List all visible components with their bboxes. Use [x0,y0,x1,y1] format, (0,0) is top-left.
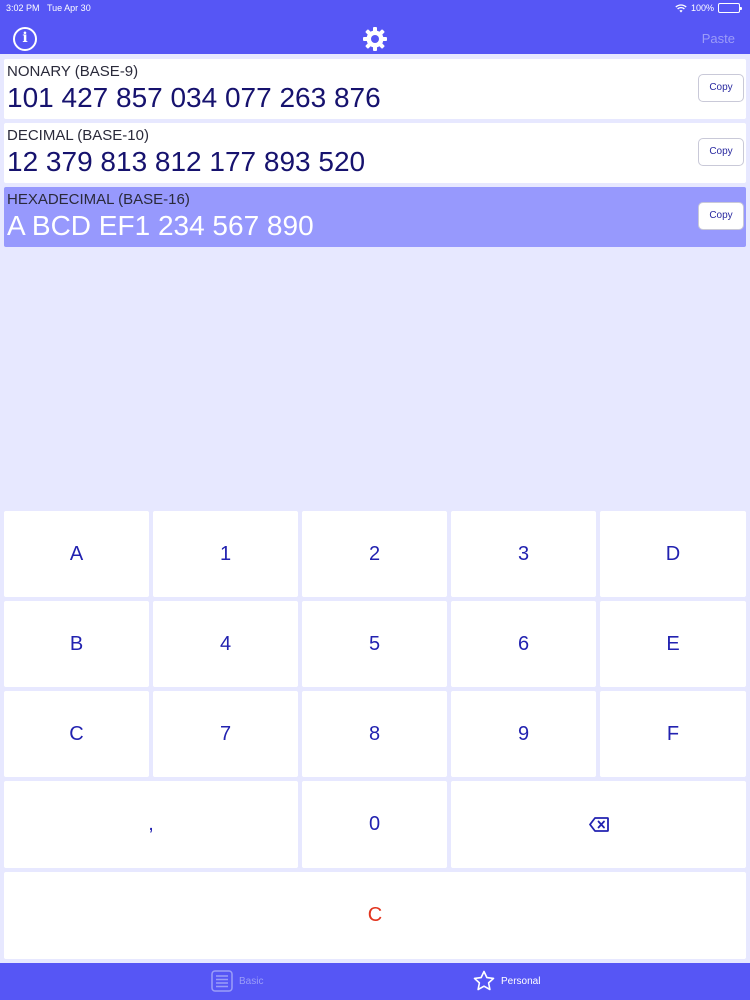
tab-basic-label: Basic [239,975,264,987]
status-date: Tue Apr 30 [47,3,91,13]
status-bar: 3:02 PM Tue Apr 30 100% [0,0,750,16]
copy-button[interactable]: Copy [698,138,744,166]
row-value: A BCD EF1 234 567 890 [7,210,314,241]
gear-icon[interactable] [362,26,388,52]
star-icon [473,970,495,991]
backspace-icon [588,817,609,832]
key-e[interactable]: E [600,601,746,687]
info-icon[interactable]: i [13,27,37,51]
row-decimal[interactable]: DECIMAL (BASE-10) 12 379 813 812 177 893… [4,123,746,183]
copy-button[interactable]: Copy [698,202,744,230]
key-comma[interactable]: , [4,781,298,868]
key-0[interactable]: 0 [302,781,447,868]
row-label: HEXADECIMAL (BASE-16) [7,191,190,208]
key-4[interactable]: 4 [153,601,298,687]
top-bar: 3:02 PM Tue Apr 30 100% i Paste [0,0,750,54]
row-label: NONARY (BASE-9) [7,63,139,80]
tab-personal-label: Personal [501,975,541,987]
keypad: A 1 2 3 D B 4 5 6 E C 7 8 9 F , 0 C [0,508,750,960]
key-7[interactable]: 7 [153,691,298,777]
key-f[interactable]: F [600,691,746,777]
tab-personal[interactable]: Personal [473,970,540,992]
row-label: DECIMAL (BASE-10) [7,127,149,144]
tab-basic[interactable]: Basic [211,970,263,992]
backspace-button[interactable] [451,781,746,868]
paste-button[interactable]: Paste [702,31,735,46]
clear-button[interactable]: C [4,872,746,959]
row-value: 12 379 813 812 177 893 520 [7,146,366,177]
status-time: 3:02 PM [6,3,40,13]
key-5[interactable]: 5 [302,601,447,687]
key-a[interactable]: A [4,511,149,597]
tab-bar: Basic Personal [0,963,750,1000]
copy-button[interactable]: Copy [698,74,744,102]
key-3[interactable]: 3 [451,511,596,597]
key-b[interactable]: B [4,601,149,687]
row-hexadecimal[interactable]: HEXADECIMAL (BASE-16) A BCD EF1 234 567 … [4,187,746,247]
row-nonary[interactable]: NONARY (BASE-9) 101 427 857 034 077 263 … [4,59,746,119]
key-8[interactable]: 8 [302,691,447,777]
battery-icon [718,3,742,13]
key-d[interactable]: D [600,511,746,597]
row-value: 101 427 857 034 077 263 876 [7,82,381,113]
key-9[interactable]: 9 [451,691,596,777]
wifi-icon [675,3,687,12]
key-6[interactable]: 6 [451,601,596,687]
status-right: 100% [675,0,742,16]
battery-percent: 100% [690,3,714,13]
key-2[interactable]: 2 [302,511,447,597]
calculator-list-icon [211,970,233,992]
key-c[interactable]: C [4,691,149,777]
key-1[interactable]: 1 [153,511,298,597]
